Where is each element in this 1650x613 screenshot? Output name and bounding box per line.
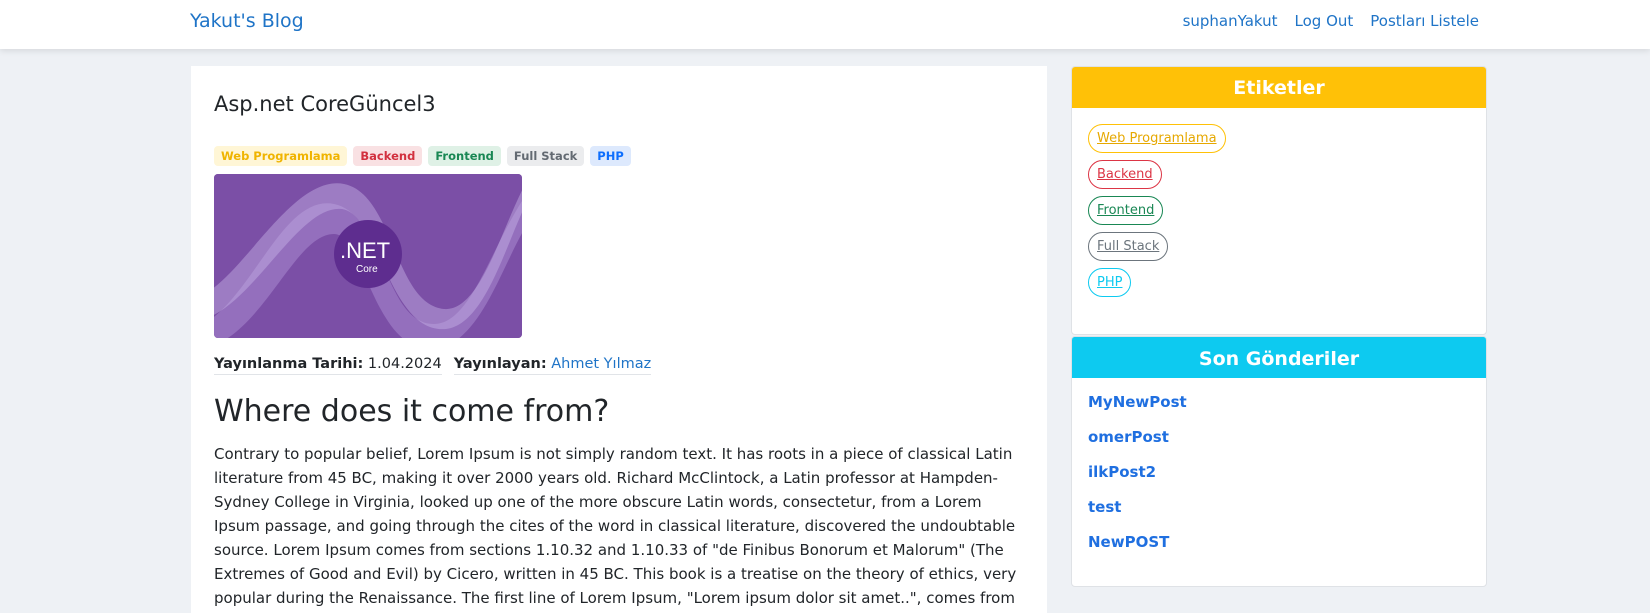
content-paragraph: Contrary to popular belief, Lorem Ipsum …	[214, 445, 1017, 607]
top-navbar: Yakut's Blog suphanYakut Log Out Postlar…	[0, 0, 1650, 49]
publish-date: Yayınlanma Tarihi: 1.04.2024	[214, 356, 442, 375]
publish-date-value: 1.04.2024	[367, 356, 442, 372]
list-item: omerPost	[1088, 427, 1470, 462]
list-item: MyNewPost	[1088, 392, 1470, 427]
post-tag[interactable]: Backend	[353, 146, 423, 166]
post-card: Asp.net CoreGüncel3 Web Programlama Back…	[191, 66, 1047, 613]
post-image: .NET Core	[214, 174, 522, 338]
recent-post-link[interactable]: omerPost	[1088, 428, 1169, 446]
recent-posts-widget: Son Gönderiler MyNewPost omerPost ilkPos…	[1071, 336, 1487, 587]
image-logo-main: .NET	[340, 238, 391, 263]
sidebar-tag[interactable]: Full Stack	[1088, 232, 1169, 261]
sidebar-tag[interactable]: PHP	[1088, 268, 1132, 297]
nav-link-username[interactable]: suphanYakut	[1183, 12, 1278, 30]
list-item: NewPOST	[1088, 532, 1470, 567]
publish-date-label: Yayınlanma Tarihi:	[214, 356, 364, 372]
list-item: test	[1088, 497, 1470, 532]
recent-posts-title: Son Gönderiler	[1072, 337, 1486, 378]
image-logo-sub: Core	[356, 264, 378, 275]
post-tag[interactable]: Web Programlama	[214, 146, 348, 166]
tags-widget: Etiketler Web Programlama Backend Fronte…	[1071, 66, 1487, 335]
recent-post-link[interactable]: ilkPost2	[1088, 463, 1156, 481]
tags-widget-title: Etiketler	[1072, 67, 1486, 108]
post-meta: Yayınlanma Tarihi: 1.04.2024 Yayınlayan:…	[214, 356, 652, 375]
recent-post-link[interactable]: MyNewPost	[1088, 393, 1187, 411]
post-tag[interactable]: PHP	[590, 146, 631, 166]
nav-links: suphanYakut Log Out Postları Listele	[1183, 12, 1479, 30]
nav-link-list-posts[interactable]: Postları Listele	[1370, 12, 1479, 30]
list-item: ilkPost2	[1088, 462, 1470, 497]
nav-link-logout[interactable]: Log Out	[1295, 12, 1354, 30]
post-tag[interactable]: Frontend	[428, 146, 501, 166]
author-label: Yayınlayan:	[453, 356, 547, 372]
tags-widget-list: Web Programlama Backend Frontend Full St…	[1072, 108, 1486, 304]
post-author: Yayınlayan: Ahmet Yılmaz	[453, 356, 652, 375]
post-title: Asp.net CoreGüncel3	[214, 92, 436, 116]
brand-link[interactable]: Yakut's Blog	[190, 10, 304, 32]
content-heading: Where does it come from?	[214, 394, 610, 429]
post-tags: Web Programlama Backend Frontend Full St…	[214, 146, 631, 166]
recent-post-link[interactable]: NewPOST	[1088, 533, 1169, 551]
post-tag[interactable]: Full Stack	[506, 146, 585, 166]
recent-posts-list: MyNewPost omerPost ilkPost2 test NewPOST	[1072, 378, 1486, 567]
recent-post-link[interactable]: test	[1088, 498, 1121, 516]
sidebar-tag[interactable]: Backend	[1088, 160, 1162, 189]
sidebar-tag[interactable]: Frontend	[1088, 196, 1164, 225]
sidebar-tag[interactable]: Web Programlama	[1088, 124, 1226, 153]
author-link[interactable]: Ahmet Yılmaz	[551, 356, 651, 372]
